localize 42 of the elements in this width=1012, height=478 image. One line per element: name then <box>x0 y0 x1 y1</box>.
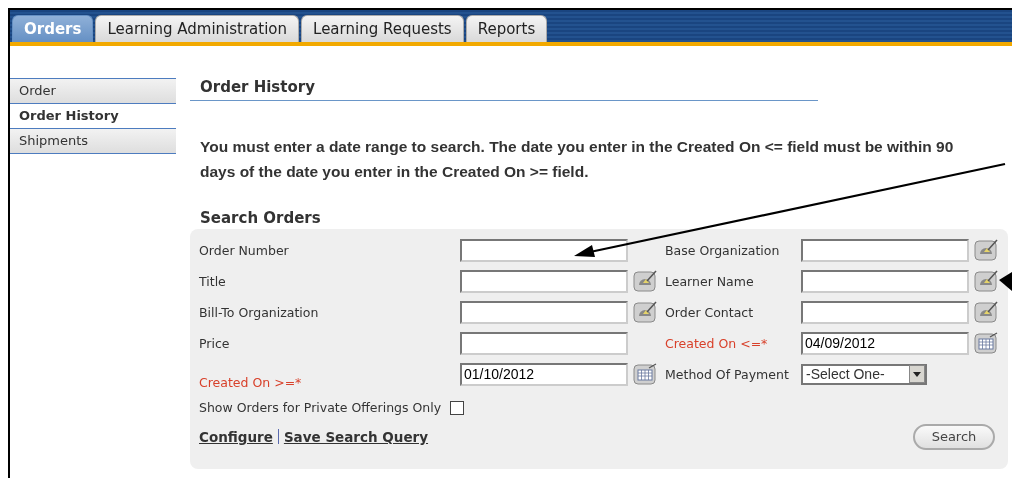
instructions-text: You must enter a date range to search. The date you enter in the Created On <= field must be within 90 days of the date you enter in the Created On >= field. <box>200 137 955 182</box>
lookup-icon[interactable] <box>974 270 999 293</box>
field-label: Price <box>199 335 231 351</box>
input-field[interactable]: 04/09/2012 <box>801 331 969 355</box>
lookup-icon[interactable] <box>633 270 658 293</box>
caret-icon <box>909 365 925 384</box>
input-field[interactable] <box>460 300 628 324</box>
calendar-icon[interactable] <box>974 332 999 355</box>
link[interactable]: Save Search Query <box>283 428 429 445</box>
sidebar-item[interactable]: Order <box>10 78 176 103</box>
tab[interactable]: Learning Requests <box>301 15 464 42</box>
calendar-icon[interactable] <box>633 363 658 386</box>
field-label: Title <box>199 273 227 289</box>
input-field[interactable] <box>801 300 969 324</box>
field-label: Base Organization <box>665 242 781 258</box>
search-button[interactable]: Search <box>913 423 995 450</box>
page-title: Order History <box>190 78 818 101</box>
lookup-icon[interactable] <box>633 301 658 324</box>
checkbox[interactable] <box>450 400 465 415</box>
field-label: Method Of Payment <box>665 366 790 382</box>
input-field[interactable] <box>801 238 969 262</box>
field-label: Learner Name <box>665 273 755 289</box>
tab[interactable]: Reports <box>465 15 548 42</box>
field-label: Created On <=* <box>665 335 769 351</box>
section-title: Search Orders <box>200 208 322 227</box>
checkbox-label: Show Orders for Private Offerings Only <box>199 400 442 416</box>
input-field[interactable] <box>460 331 628 355</box>
lookup-icon[interactable] <box>974 239 999 262</box>
input-field[interactable]: 01/10/2012 <box>460 362 628 386</box>
field-label: Created On >=* <box>199 374 303 390</box>
link[interactable]: Configure <box>199 428 273 445</box>
payment-dropdown[interactable]: -Select One- <box>801 363 927 385</box>
field-label: Order Number <box>199 242 290 258</box>
sidebar-item[interactable]: Shipments <box>10 128 176 154</box>
lookup-icon[interactable] <box>974 301 999 324</box>
tab[interactable]: Learning Administration <box>95 15 300 42</box>
field-label: Order Contact <box>665 304 755 320</box>
annotation-arrow <box>999 272 1012 291</box>
input-field[interactable] <box>460 269 628 293</box>
input-field[interactable] <box>460 238 628 262</box>
input-field[interactable] <box>801 269 969 293</box>
field-label: Bill-To Organization <box>199 304 320 320</box>
